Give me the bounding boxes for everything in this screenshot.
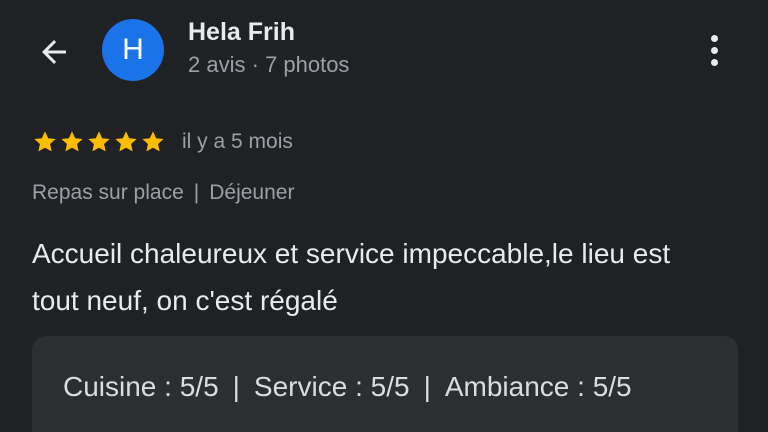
review-tags: Repas sur place | Déjeuner xyxy=(32,181,294,205)
more-vert-icon-dot xyxy=(710,58,718,66)
tag-lunch: Déjeuner xyxy=(209,181,295,204)
star-icon xyxy=(142,131,164,152)
avatar-initial: H xyxy=(122,33,144,66)
more-vert-icon xyxy=(710,34,718,42)
star-icon xyxy=(34,131,56,152)
review-date: il y a 5 mois xyxy=(182,130,293,153)
star-icon xyxy=(115,131,137,152)
author-meta: 2 avis · 7 photos xyxy=(188,52,350,77)
star-icon xyxy=(61,131,83,152)
review-text-line: tout neuf, on c'est régalé xyxy=(32,285,338,316)
rating-food: Cuisine : 5/5 xyxy=(63,371,219,402)
rating-service: Service : 5/5 xyxy=(253,371,410,402)
review-text-line: Accueil chaleureux et service impeccable… xyxy=(32,238,671,269)
back-button[interactable] xyxy=(32,30,76,74)
rating-separator: | xyxy=(232,371,240,402)
more-vert-icon-dot xyxy=(710,46,718,54)
sub-ratings-card: Cuisine : 5/5 | Service : 5/5 | Ambiance… xyxy=(32,336,738,432)
star-icon xyxy=(88,131,110,152)
avatar[interactable]: H xyxy=(102,19,164,81)
star-rating xyxy=(32,129,166,155)
rating-separator: | xyxy=(423,371,431,402)
tag-separator: | xyxy=(193,181,200,204)
review-screen: H Hela Frih 2 avis · 7 photos il y a 5 m… xyxy=(0,0,768,432)
sub-ratings-line: Cuisine : 5/5 | Service : 5/5 | Ambiance… xyxy=(63,371,632,403)
arrow-left-icon xyxy=(42,40,66,64)
author-name[interactable]: Hela Frih xyxy=(188,18,295,47)
more-options-button[interactable] xyxy=(692,28,736,72)
tag-dine-in: Repas sur place xyxy=(32,181,184,204)
rating-row: il y a 5 mois xyxy=(32,127,293,157)
rating-atmosphere: Ambiance : 5/5 xyxy=(444,371,632,402)
review-text: Accueil chaleureux et service impeccable… xyxy=(32,230,742,324)
